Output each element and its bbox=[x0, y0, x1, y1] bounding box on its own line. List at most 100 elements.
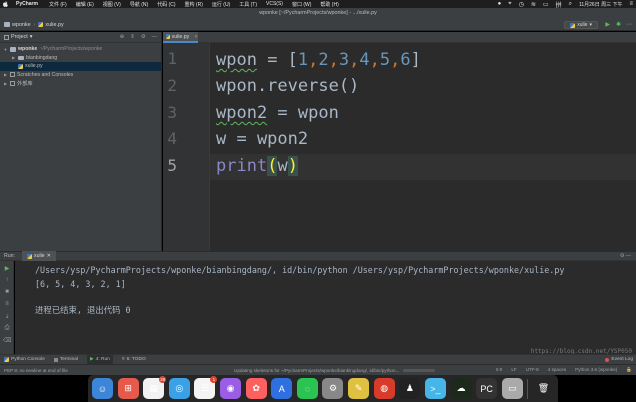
run-configuration-select[interactable]: xulie ▾ bbox=[564, 21, 598, 29]
cloud-drive-icon[interactable]: ☁ bbox=[450, 378, 472, 399]
scroll-end-icon[interactable]: ⇣ bbox=[3, 313, 11, 321]
menubar-clock[interactable]: 11月26日 周三 下午 bbox=[579, 1, 623, 8]
system-preferences-icon[interactable]: ⚙ bbox=[322, 378, 344, 399]
close-icon[interactable]: ✕ bbox=[47, 253, 51, 259]
window-title: wponke [~/PycharmProjects/wponke] - .../… bbox=[0, 8, 636, 19]
battery-icon[interactable]: ▭ bbox=[543, 1, 549, 8]
tool-tab-event-log[interactable]: Event Log bbox=[605, 357, 636, 362]
app-store-icon[interactable]: A bbox=[271, 378, 293, 399]
tree-external-libraries[interactable]: ▶ 外部库 bbox=[0, 79, 161, 88]
launchpad-icon[interactable]: ⊞ bbox=[117, 378, 139, 399]
qq-icon[interactable]: ♟ bbox=[399, 378, 421, 399]
status-interpreter[interactable]: Python 3.6 (wponke) bbox=[575, 367, 617, 373]
chevron-right-icon[interactable]: ▶ bbox=[3, 72, 8, 77]
run-tab-xulie[interactable]: xulie ✕ bbox=[21, 251, 56, 261]
tree-folder-bianbingdang[interactable]: ▶ bianbingdang bbox=[0, 54, 161, 63]
siri-icon[interactable]: ◉ bbox=[220, 378, 242, 399]
line-number: 2 bbox=[167, 76, 177, 95]
wifi-icon[interactable]: ≋ bbox=[531, 1, 536, 8]
control-center-icon[interactable]: ≡ bbox=[629, 1, 633, 7]
menu-window[interactable]: 窗口 (W) bbox=[292, 1, 311, 8]
chevron-right-icon[interactable]: ▶ bbox=[11, 55, 16, 60]
gear-icon[interactable]: ⚙ — bbox=[620, 253, 636, 259]
finder-icon[interactable]: ☺ bbox=[92, 378, 113, 399]
chrome-icon[interactable]: ◍ bbox=[373, 378, 395, 399]
apple-icon[interactable] bbox=[3, 1, 8, 7]
soft-wrap-icon[interactable]: ≡ bbox=[3, 301, 11, 309]
wechat-icon[interactable]: ◌ bbox=[296, 378, 318, 399]
line-number: 1 bbox=[167, 49, 177, 68]
clock-icon[interactable]: ◷ bbox=[519, 1, 524, 8]
chevron-down-icon[interactable]: ▼ bbox=[3, 47, 8, 52]
menu-navigate[interactable]: 导航 (N) bbox=[130, 1, 148, 8]
breadcrumb-separator: › bbox=[33, 21, 36, 28]
status-indent[interactable]: 4 spaces bbox=[548, 367, 566, 373]
breadcrumb-file[interactable]: xulie.py bbox=[38, 22, 64, 28]
collapse-icon[interactable]: ⇕ bbox=[130, 34, 135, 40]
debug-button[interactable]: ✱ bbox=[616, 21, 621, 28]
close-icon[interactable]: ✕ bbox=[194, 34, 198, 40]
status-line-separator[interactable]: LF bbox=[511, 367, 516, 373]
lock-icon[interactable]: 🔓 bbox=[626, 367, 632, 373]
trash-can-icon[interactable]: 🗑 bbox=[533, 378, 554, 399]
tool-tab-python-console[interactable]: Python Console bbox=[4, 357, 45, 362]
chevron-down-icon[interactable]: ▾ bbox=[30, 34, 33, 40]
status-caret-position[interactable]: 5:9 bbox=[496, 367, 502, 373]
rerun-icon[interactable]: ▶ bbox=[3, 265, 11, 273]
arrow-up-icon[interactable]: ↑ bbox=[3, 277, 11, 285]
project-pane-header: Project ▾ ⊕ ⇕ ⚙ — bbox=[0, 32, 161, 43]
more-toolbar-icon[interactable]: ⋯ bbox=[626, 21, 632, 28]
menu-refactor[interactable]: 重构 (R) bbox=[185, 1, 203, 8]
screen-icon[interactable]: ▭ bbox=[501, 378, 523, 399]
terminal-app-icon[interactable]: >_ bbox=[424, 378, 446, 399]
menu-help[interactable]: 帮助 (H) bbox=[320, 1, 338, 8]
background-task[interactable]: Updating skeletons for ~/PycharmProjects… bbox=[234, 368, 436, 373]
hide-icon[interactable]: — bbox=[152, 34, 157, 40]
print-icon[interactable]: ⎙ bbox=[3, 325, 11, 333]
progress-bar bbox=[403, 368, 436, 372]
console-command-line: /Users/ysp/PycharmProjects/wponke/bianbi… bbox=[35, 265, 565, 275]
gear-icon[interactable]: ⚙ bbox=[141, 34, 146, 40]
menu-edit[interactable]: 编辑 (E) bbox=[76, 1, 94, 8]
safari-icon[interactable]: ◎ bbox=[168, 378, 190, 399]
project-view-select[interactable]: Project bbox=[11, 34, 28, 40]
menu-view[interactable]: 视图 (V) bbox=[103, 1, 121, 8]
menu-file[interactable]: 文件 (F) bbox=[49, 1, 67, 8]
tree-scratches[interactable]: ▶ Scratches and Consoles bbox=[0, 71, 161, 80]
locate-icon[interactable]: ⊕ bbox=[120, 34, 125, 40]
run-pane-label: Run: bbox=[4, 253, 15, 259]
photos-icon[interactable]: ✿ bbox=[245, 378, 267, 399]
pycharm-icon[interactable]: PC bbox=[476, 378, 498, 399]
tree-root-path: ~/PycharmProjects/wponke bbox=[39, 46, 103, 53]
menu-vcs[interactable]: VCS(S) bbox=[266, 1, 283, 7]
status-encoding[interactable]: UTF-8 bbox=[526, 367, 539, 373]
menubar-app-name[interactable]: PyCharm bbox=[16, 1, 38, 7]
menu-tools[interactable]: 工具 (T) bbox=[239, 1, 257, 8]
run-button[interactable]: ▶ bbox=[605, 21, 610, 28]
tree-file-xulie[interactable]: xulie.py bbox=[0, 62, 161, 71]
notes-icon[interactable]: ✎ bbox=[348, 378, 370, 399]
status-bar: PEP 8: no newline at end of file Updatin… bbox=[0, 364, 636, 375]
terminal-icon bbox=[53, 357, 58, 362]
tool-tab-terminal[interactable]: Terminal bbox=[53, 357, 78, 362]
line-number-current: 5 bbox=[167, 156, 177, 175]
reminders-icon[interactable]: ☰ 1 bbox=[194, 376, 218, 399]
spotlight-icon[interactable]: ⌕ bbox=[569, 1, 572, 8]
pin-icon[interactable]: ⌖ bbox=[508, 1, 511, 8]
menu-run[interactable]: 运行 (U) bbox=[212, 1, 230, 8]
status-message[interactable]: PEP 8: no newline at end of file bbox=[4, 368, 154, 373]
run-console[interactable]: /Users/ysp/PycharmProjects/wponke/bianbi… bbox=[15, 261, 636, 355]
code-editor[interactable]: 1 2 3 4 5 wpon = [1,2,3,4,5,6] wpon.reve… bbox=[163, 43, 636, 251]
code-line-2: wpon.reverse() bbox=[216, 76, 360, 96]
trash-icon[interactable]: ⌫ bbox=[3, 337, 11, 345]
tool-tab-run[interactable]: ▶ 4: Run bbox=[87, 354, 113, 365]
breadcrumb-project[interactable]: wponke bbox=[4, 22, 31, 28]
status-dot-icon[interactable]: ● bbox=[498, 1, 502, 7]
menu-code[interactable]: 代码 (C) bbox=[157, 1, 175, 8]
stop-icon[interactable]: ■ bbox=[3, 289, 11, 297]
calendar-icon[interactable]: ▦ 26 bbox=[143, 376, 167, 399]
editor-tab-xulie[interactable]: xulie.py ✕ bbox=[163, 32, 198, 43]
tool-tab-todo[interactable]: ≡ 6: TODO bbox=[122, 357, 146, 362]
chevron-right-icon[interactable]: ▶ bbox=[3, 81, 8, 86]
tree-root[interactable]: ▼ wponke ~/PycharmProjects/wponke bbox=[0, 45, 161, 54]
